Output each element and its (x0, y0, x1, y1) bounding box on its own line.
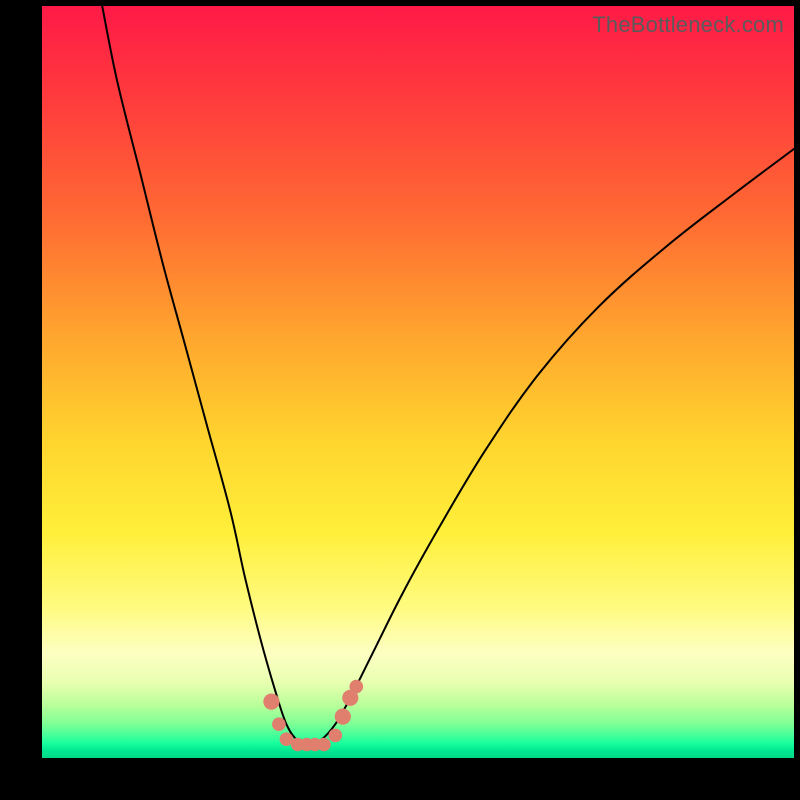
marker-dot (272, 717, 286, 731)
highlight-markers (263, 680, 363, 752)
marker-dot (317, 738, 331, 752)
bottleneck-curve (102, 6, 794, 745)
marker-dot (335, 709, 351, 725)
marker-dot (329, 729, 343, 743)
marker-dot (263, 694, 279, 710)
chart-plot-area: TheBottleneck.com (42, 6, 794, 758)
chart-svg (42, 6, 794, 758)
marker-dot (350, 680, 364, 694)
chart-frame: TheBottleneck.com (0, 0, 800, 800)
